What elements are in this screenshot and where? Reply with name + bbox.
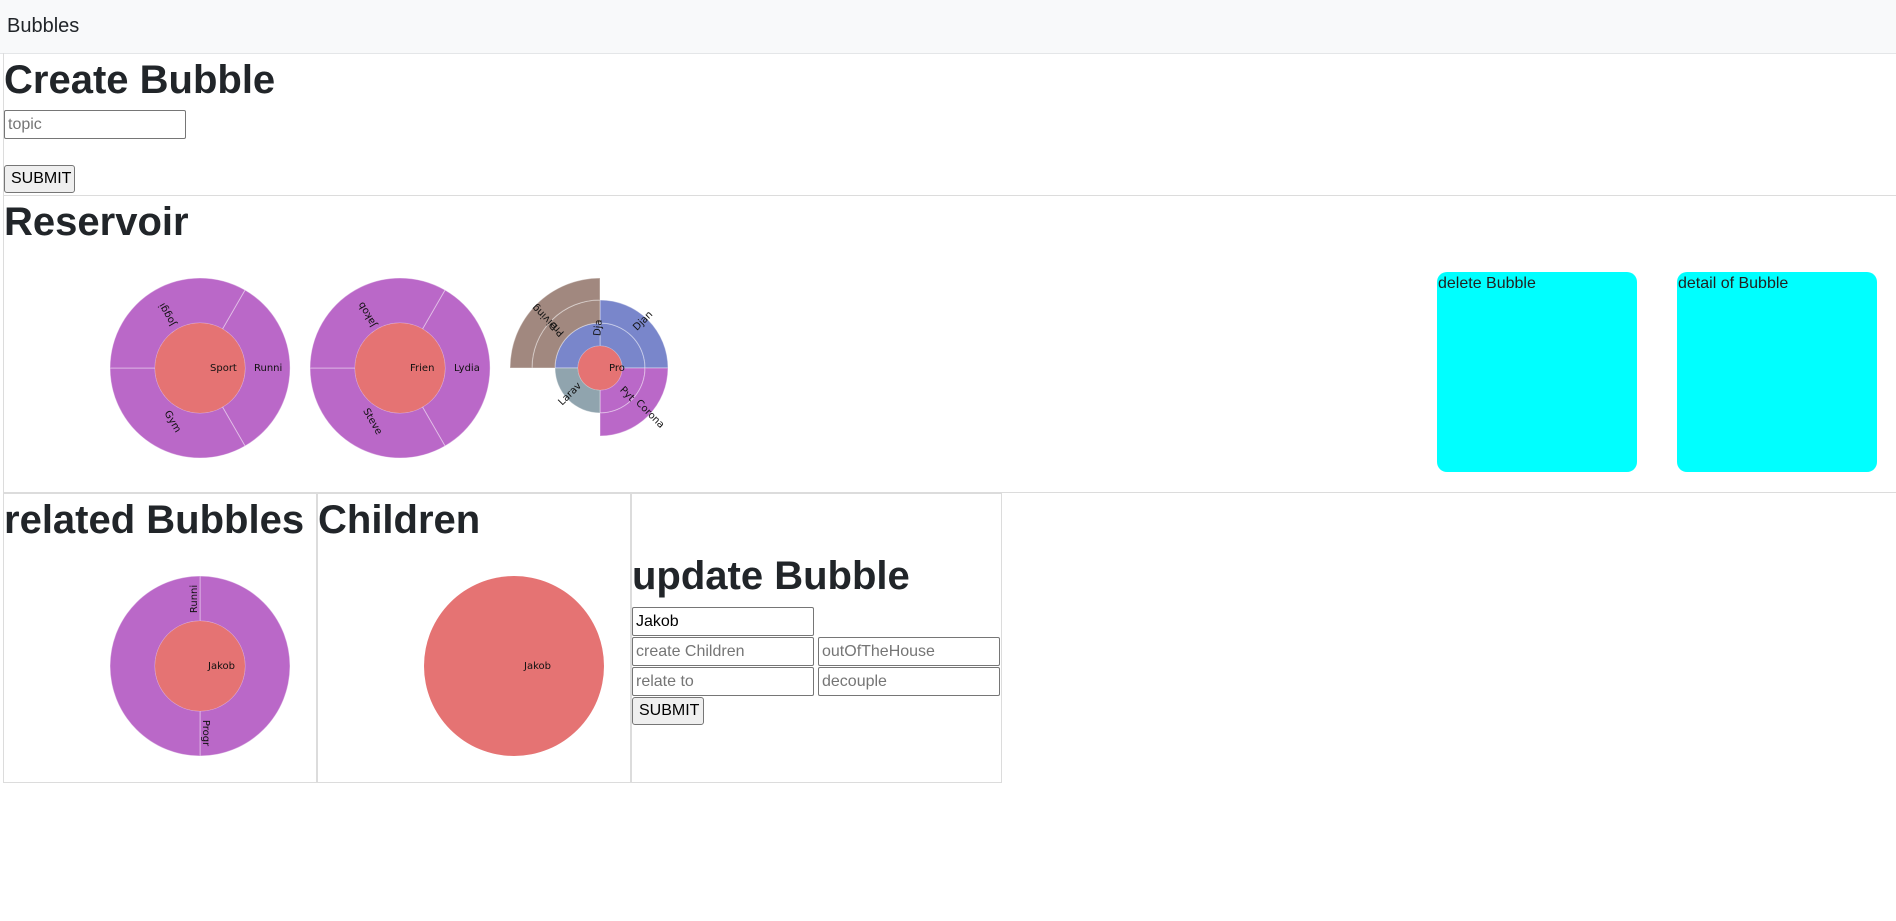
- create-bubble-section: [3, 53, 1896, 196]
- update-bubble-title: update Bubble: [632, 554, 910, 598]
- detail-bubble-dropzone[interactable]: detail of Bubble: [1677, 272, 1877, 472]
- related-bubbles-title: related Bubbles: [4, 498, 305, 542]
- relate-to-input[interactable]: [632, 667, 814, 696]
- bubble-child-label: Progr: [200, 720, 211, 747]
- topic-input[interactable]: [4, 110, 186, 139]
- reservoir-title: Reservoir: [4, 200, 189, 244]
- reservoir-bubble-programming[interactable]: Pro Dja Djan Pyt Corona Larav Pre Diving: [509, 277, 690, 458]
- bubble-center-label: Jakob: [207, 661, 235, 672]
- create-children-input[interactable]: [632, 637, 814, 666]
- bubble-name-input[interactable]: [632, 607, 814, 636]
- out-of-the-house-input[interactable]: [818, 637, 1000, 666]
- bubble-center-label: Jakob: [523, 661, 551, 672]
- bubble-center-label: Sport: [210, 363, 237, 374]
- decouple-input[interactable]: [818, 667, 1000, 696]
- children-bubble[interactable]: Jakob: [424, 576, 604, 756]
- bubble-child-label: Runni: [189, 585, 200, 613]
- bubble-child-label: Lydia: [454, 363, 480, 374]
- reservoir-bubble-friends[interactable]: Frien Lydia Steve Jakob: [309, 277, 491, 459]
- children-title: Children: [318, 498, 481, 542]
- create-bubble-title: Create Bubble: [4, 58, 276, 102]
- navbar: Bubbles: [0, 0, 1896, 54]
- delete-bubble-dropzone[interactable]: delete Bubble: [1437, 272, 1637, 472]
- bubble-child-label: Runni: [254, 363, 282, 374]
- create-submit-button[interactable]: SUBMIT: [4, 165, 75, 193]
- app-title[interactable]: Bubbles: [7, 15, 79, 38]
- related-bubble[interactable]: Jakob Runni Progr: [109, 575, 291, 757]
- bubble-center[interactable]: [424, 576, 604, 756]
- reservoir-bubble-sport[interactable]: Sport Runni Gym Joggi: [109, 277, 291, 459]
- bubble-center-label: Pro: [609, 363, 625, 374]
- update-submit-button[interactable]: SUBMIT: [632, 697, 704, 725]
- bubble-child-label: Dja: [592, 319, 604, 337]
- bubble-center-label: Frien: [410, 363, 434, 374]
